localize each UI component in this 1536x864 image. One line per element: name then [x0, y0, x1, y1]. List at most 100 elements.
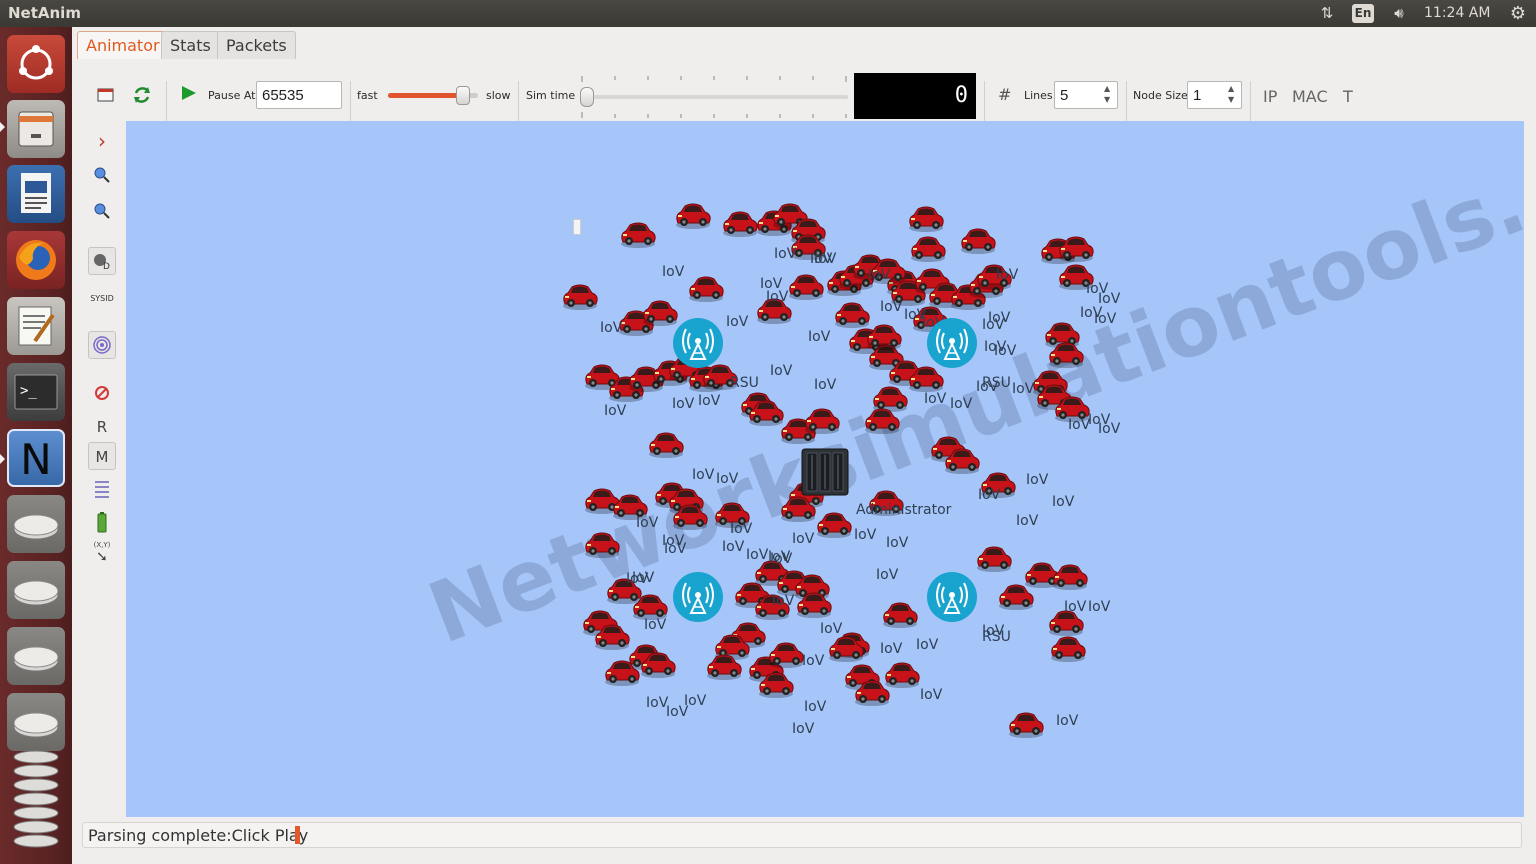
r-toggle-button[interactable]: R [88, 413, 116, 441]
vehicle-node-icon[interactable] [794, 589, 834, 623]
vehicle-node-icon[interactable] [814, 509, 854, 543]
tab-stats[interactable]: Stats [161, 31, 220, 59]
vehicle-node-icon[interactable] [1050, 561, 1090, 595]
writer-launcher-button[interactable] [7, 165, 65, 223]
vehicle-node-icon[interactable] [996, 581, 1036, 615]
sim-time-slider-handle[interactable] [580, 87, 594, 107]
netanim-launcher-button[interactable]: N [7, 429, 65, 487]
expand-chevron-icon[interactable]: › [88, 127, 116, 155]
node-description-button[interactable]: D [88, 247, 116, 275]
vehicle-node-label: IoV [698, 393, 721, 409]
vehicle-node-label: IoV [672, 396, 695, 412]
vehicle-node-icon[interactable] [704, 651, 744, 685]
volume-icon[interactable]: 🔊︎ [1386, 3, 1412, 24]
rsu-tower-icon[interactable] [672, 571, 724, 627]
vehicle-node-icon[interactable] [802, 405, 842, 439]
drive-1-launcher-button[interactable] [7, 495, 65, 553]
vehicle-node-icon[interactable] [906, 203, 946, 237]
vehicle-node-icon[interactable] [974, 543, 1014, 577]
rsu-tower-icon[interactable] [672, 317, 724, 373]
svg-text:>_: >_ [20, 383, 37, 399]
open-file-icon[interactable] [96, 85, 116, 105]
block-packets-icon[interactable] [88, 379, 116, 407]
play-icon[interactable] [180, 85, 198, 103]
vehicle-node-icon[interactable] [786, 271, 826, 305]
vehicle-node-icon[interactable] [670, 501, 710, 535]
vehicle-node-icon[interactable] [686, 273, 726, 307]
document-writer-icon [21, 173, 51, 213]
keyboard-language-indicator[interactable]: En [1352, 4, 1374, 23]
vehicle-node-label: IoV [644, 617, 667, 633]
battery-icon[interactable] [88, 509, 116, 537]
svg-text:D: D [103, 262, 110, 272]
vehicle-node-icon[interactable] [1006, 709, 1046, 743]
vehicle-node-label: IoV [664, 541, 687, 557]
pause-at-input[interactable] [256, 81, 342, 109]
firefox-launcher-button[interactable] [7, 231, 65, 289]
vehicle-node-icon[interactable] [766, 639, 806, 673]
vehicle-node-icon[interactable] [880, 599, 920, 633]
vehicle-node-label: IoV [1068, 417, 1091, 433]
text-editor-launcher-button[interactable] [7, 297, 65, 355]
vehicle-node-icon[interactable] [864, 321, 904, 355]
drive-4-launcher-button[interactable] [7, 693, 65, 751]
vehicle-node-icon[interactable] [560, 281, 600, 315]
vehicle-node-icon[interactable] [618, 219, 658, 253]
rsu-tower-icon[interactable] [926, 571, 978, 627]
time-display-value: 0 [954, 83, 968, 108]
drive-2-launcher-button[interactable] [7, 561, 65, 619]
vehicle-node-label: IoV [978, 487, 1001, 503]
files-launcher-button[interactable] [7, 100, 65, 158]
vehicle-node-label: IoV [722, 539, 745, 555]
properties-list-icon[interactable] [88, 475, 116, 503]
vehicle-node-icon[interactable] [602, 657, 642, 691]
vehicle-node-icon[interactable] [756, 669, 796, 703]
vehicle-node-icon[interactable] [582, 529, 622, 563]
t-toggle-button[interactable]: T [1343, 87, 1353, 106]
file-cabinet-icon [18, 111, 54, 147]
vehicle-node-label: IoV [996, 267, 1019, 283]
settings-gear-icon[interactable]: ⚙ [1506, 3, 1530, 24]
tab-packets[interactable]: Packets [217, 31, 296, 59]
vehicle-node-icon[interactable] [908, 233, 948, 267]
vehicle-node-icon[interactable] [646, 429, 686, 463]
drive-stack-launcher-button[interactable] [7, 747, 65, 857]
hard-drive-icon [13, 646, 59, 672]
speed-slider-track[interactable] [388, 86, 478, 105]
xy-coordinates-button[interactable]: (X,Y) ➘ [88, 539, 116, 567]
vehicle-node-icon[interactable] [882, 659, 922, 693]
system-clock[interactable]: 11:24 AM [1424, 5, 1490, 21]
tab-animator[interactable]: Animator [77, 31, 169, 59]
network-transfer-icon[interactable]: ⇅ [1316, 3, 1338, 24]
reload-icon[interactable] [132, 85, 152, 105]
zoom-in-icon[interactable] [88, 161, 116, 189]
vehicle-node-icon[interactable] [1048, 633, 1088, 667]
wireless-circles-button[interactable] [88, 331, 116, 359]
node-size-spin-arrows-icon[interactable]: ▲ ▼ [1228, 83, 1234, 105]
mac-toggle-button[interactable]: MAC [1292, 87, 1328, 106]
grid-lines-icon[interactable]: # [998, 85, 1011, 104]
sim-time-slider[interactable] [580, 75, 848, 119]
sysid-toggle-button[interactable]: SYSID [88, 285, 116, 313]
vehicle-node-label: IoV [920, 687, 943, 703]
terminal-launcher-button[interactable]: >_ [7, 363, 65, 421]
ubuntu-dash-button[interactable] [7, 35, 65, 93]
speed-slider-handle[interactable] [455, 86, 470, 105]
drive-3-launcher-button[interactable] [7, 627, 65, 685]
vehicle-node-icon[interactable] [942, 445, 982, 479]
vehicle-node-icon[interactable] [638, 649, 678, 683]
rsu-tower-icon[interactable] [926, 317, 978, 373]
zoom-out-icon[interactable] [88, 197, 116, 225]
server-node-icon[interactable] [800, 447, 850, 501]
lines-spin-arrows-icon[interactable]: ▲ ▼ [1104, 83, 1110, 105]
vehicle-node-label: IoV [802, 653, 825, 669]
vehicle-node-icon[interactable] [958, 225, 998, 259]
text-editor-icon [18, 306, 55, 346]
vehicle-node-icon[interactable] [862, 405, 902, 439]
animation-canvas[interactable]: Networksimulationtools.com IoV IoV IoV IoV I… [126, 121, 1524, 817]
firefox-icon [16, 240, 56, 280]
m-toggle-button[interactable]: M [88, 442, 116, 470]
ip-toggle-button[interactable]: IP [1263, 87, 1277, 106]
fast-label: fast [357, 89, 378, 102]
vehicle-node-icon[interactable] [673, 200, 713, 234]
